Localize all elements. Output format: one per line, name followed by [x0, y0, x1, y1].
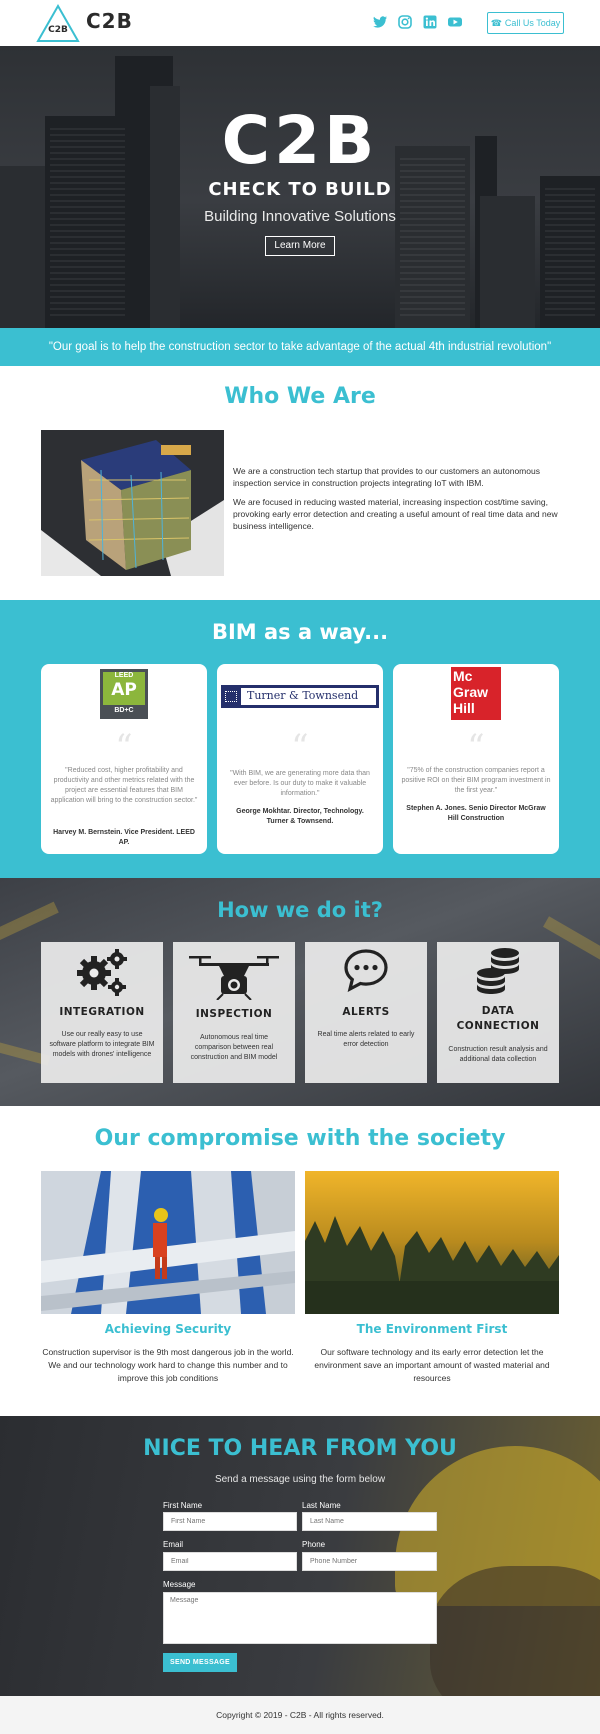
feature-card: ALERTS Real time alerts related to early… — [305, 942, 427, 1083]
brand-name[interactable]: C2B — [86, 9, 133, 33]
contact-subtitle: Send a message using the form below — [214, 1474, 386, 1485]
twitter-icon[interactable] — [372, 14, 388, 30]
c2b-logo-icon[interactable]: C2B — [36, 4, 80, 44]
phone-label: Phone — [302, 1540, 326, 1549]
testimonial-card: LEED AP BD+C “ "Reduced cost, higher pro… — [41, 664, 207, 854]
mcgraw-logo-line: Mc — [453, 668, 473, 684]
mcgraw-hill-logo: Mc Graw Hill — [451, 667, 501, 720]
call-us-button[interactable]: ☎ Call Us Today — [487, 12, 564, 34]
mission-quote: "Our goal is to help the construction se… — [0, 328, 600, 366]
contact-title: NICE TO HEAR FROM YOU — [143, 1436, 457, 1461]
instagram-icon[interactable] — [397, 14, 413, 30]
feature-title: CONNECTION — [456, 1020, 540, 1032]
testimonial-author: Stephen A. Jones. Senio Director McGraw … — [406, 805, 546, 822]
mcgraw-logo-line: Graw — [453, 684, 489, 700]
phone-field[interactable] — [302, 1552, 437, 1571]
site-header: C2B C2B ☎ Call Us Today — [0, 0, 600, 46]
forest-illustration — [305, 1171, 559, 1314]
learn-more-button[interactable]: Learn More — [265, 236, 335, 256]
environment-description: Our software technology and its early er… — [314, 1347, 550, 1383]
email-label: Email — [163, 1540, 184, 1549]
bim-model-image — [41, 430, 224, 576]
building-windows — [50, 126, 125, 316]
quote-icon: “ — [291, 727, 309, 767]
quote-icon: “ — [467, 727, 485, 767]
logo-mark-text: C2B — [48, 25, 68, 35]
testimonial-quote: "With BIM, we are generating more data t… — [230, 770, 370, 797]
security-description: Construction supervisor is the 9th most … — [42, 1347, 294, 1383]
feature-title: DATA — [481, 1005, 515, 1017]
who-paragraph-1: We are a construction tech startup that … — [233, 466, 540, 488]
hero-banner: C2B CHECK TO BUILD Building Innovative S… — [0, 46, 600, 328]
worker-background — [430, 1566, 600, 1696]
turner-logo-text: Turner & Townsend — [247, 689, 359, 702]
last-name-field[interactable] — [302, 1512, 437, 1531]
testimonial-card: Turner & Townsend “ "With BIM, we are ge… — [217, 664, 383, 854]
building-silhouette — [150, 86, 180, 328]
who-paragraph-2: We are focused in reducing wasted materi… — [233, 497, 558, 531]
how-title: How we do it? — [217, 898, 383, 922]
testimonial-card: Mc Graw Hill “ "75% of the construction … — [393, 664, 559, 854]
phone-icon: ☎ — [490, 18, 502, 28]
testimonial-quote: "75% of the construction companies repor… — [401, 767, 551, 794]
linkedin-icon[interactable] — [422, 14, 438, 30]
feature-description: Use our really easy to use software plat… — [49, 1031, 155, 1058]
youtube-icon[interactable] — [447, 14, 463, 30]
feature-description: Construction result analysis and additio… — [448, 1046, 548, 1063]
first-name-field[interactable] — [163, 1512, 297, 1531]
first-name-label: First Name — [163, 1501, 203, 1510]
hero-tagline: CHECK TO BUILD — [208, 179, 392, 200]
bim-building-illustration — [41, 430, 224, 576]
feature-description: Real time alerts related to early error … — [317, 1031, 415, 1048]
feature-title: INTEGRATION — [59, 1006, 145, 1018]
drone-icon — [189, 956, 279, 1000]
hero-subtitle: Building Innovative Solutions — [204, 208, 396, 225]
building-windows — [545, 186, 595, 316]
compromise-title: Our compromise with the society — [94, 1126, 506, 1151]
chat-bubble-icon — [344, 949, 388, 992]
testimonial-quote: "Reduced cost, higher profitability and … — [50, 767, 198, 804]
database-icon — [477, 948, 519, 994]
footer-copyright: Copyright © 2019 - C2B - All rights rese… — [0, 1696, 600, 1734]
bim-title: BIM as a way... — [211, 620, 389, 644]
feature-description: Autonomous real time comparison between … — [190, 1034, 278, 1061]
last-name-label: Last Name — [302, 1501, 341, 1510]
gears-icon — [77, 949, 127, 996]
feature-card: INTEGRATION Use our really easy to use s… — [41, 942, 163, 1083]
security-title: Achieving Security — [104, 1322, 232, 1336]
building-silhouette — [480, 196, 535, 328]
send-message-button[interactable]: SEND MESSAGE — [163, 1653, 237, 1672]
feature-title: ALERTS — [342, 1006, 390, 1018]
feature-card: INSPECTION Autonomous real time comparis… — [173, 942, 295, 1083]
hero-logo: C2B — [221, 102, 379, 179]
feature-card: DATA CONNECTION Construction result anal… — [437, 942, 559, 1083]
message-field[interactable] — [163, 1592, 437, 1644]
leed-logo-line: LEED — [114, 672, 134, 679]
testimonial-author: Harvey M. Bernstein. Vice President. LEE… — [53, 829, 195, 846]
leed-ap-logo: LEED AP BD+C — [100, 669, 148, 719]
construction-worker-illustration — [41, 1171, 295, 1314]
quote-icon: “ — [115, 727, 133, 767]
security-image — [41, 1171, 295, 1314]
leed-logo-line: AP — [111, 680, 137, 700]
call-us-label: Call Us Today — [504, 18, 561, 28]
environment-title: The Environment First — [356, 1322, 508, 1336]
feature-title: INSPECTION — [195, 1008, 273, 1020]
environment-image — [305, 1171, 559, 1314]
testimonial-author: George Mokhtar. Director, Technology. Tu… — [236, 808, 364, 825]
email-field[interactable] — [163, 1552, 297, 1571]
who-we-are-title: Who We Are — [224, 384, 376, 409]
who-we-are-text: We are a construction tech startup that … — [233, 465, 563, 539]
leed-logo-line: BD+C — [114, 707, 134, 714]
turner-townsend-logo: Turner & Townsend — [221, 685, 379, 708]
mcgraw-logo-line: Hill — [453, 700, 475, 716]
message-label: Message — [163, 1580, 196, 1589]
